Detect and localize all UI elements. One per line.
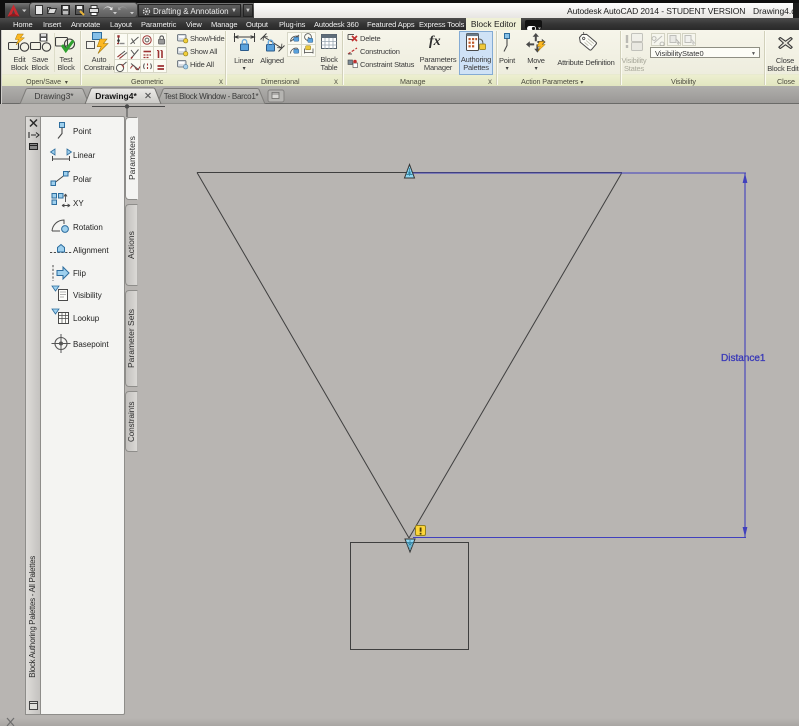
svg-text:Test Block Window - Barco1*: Test Block Window - Barco1* bbox=[164, 92, 259, 101]
svg-text:Drawing4*: Drawing4* bbox=[95, 91, 137, 101]
svg-text:Drawing3*: Drawing3* bbox=[34, 91, 74, 101]
svg-text:Distance1: Distance1 bbox=[721, 353, 766, 364]
